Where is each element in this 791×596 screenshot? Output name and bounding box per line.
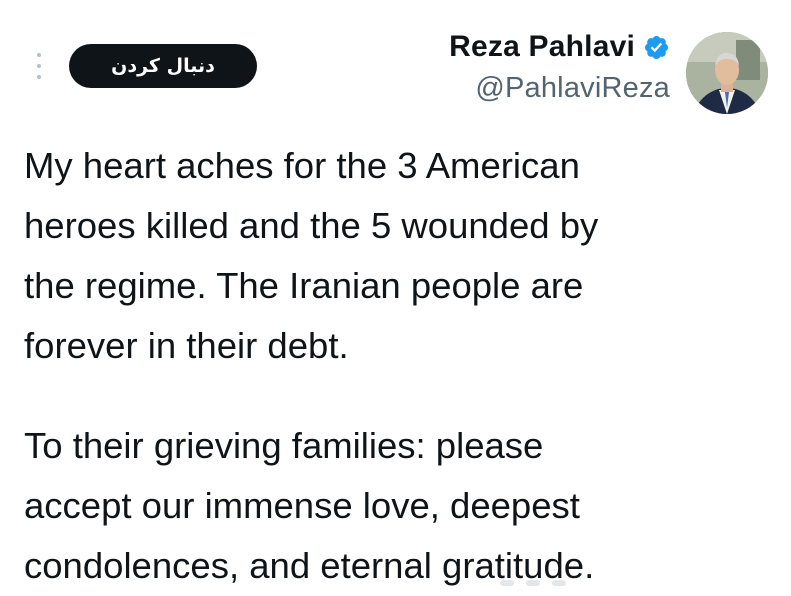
cropped-footer — [500, 580, 620, 590]
tweet-line: the regime. The Iranian people are — [24, 265, 584, 306]
more-options-dot — [37, 64, 41, 68]
tweet-paragraph: To their grieving families: please accep… — [24, 416, 769, 596]
cropped-footer-mark — [526, 580, 540, 586]
user-handle[interactable]: @PahlaviReza — [449, 72, 670, 105]
more-options-icon[interactable] — [33, 53, 45, 79]
display-name-row: Reza Pahlavi — [449, 26, 670, 68]
more-options-dot — [37, 53, 41, 57]
display-name[interactable]: Reza Pahlavi — [449, 30, 635, 64]
tweet-line: heroes killed and the 5 wounded by — [24, 205, 599, 246]
tweet-line: forever in their debt. — [24, 325, 349, 366]
tweet-line: condolences, and eternal gratitude. — [24, 545, 595, 586]
cropped-footer-mark — [500, 580, 514, 586]
tweet-line: To their grieving families: please — [24, 425, 544, 466]
tweet-line: My heart aches for the 3 American — [24, 145, 580, 186]
verified-badge-icon — [643, 34, 670, 61]
tweet-line: accept our immense love, deepest — [24, 485, 580, 526]
follow-button[interactable]: دنبال کردن — [69, 44, 257, 88]
tweet-paragraph: My heart aches for the 3 American heroes… — [24, 136, 769, 376]
avatar[interactable] — [686, 32, 768, 114]
tweet-text: My heart aches for the 3 American heroes… — [24, 136, 769, 596]
user-identity: Reza Pahlavi @PahlaviReza — [449, 26, 670, 105]
cropped-footer-mark — [552, 580, 566, 586]
more-options-dot — [37, 75, 41, 79]
